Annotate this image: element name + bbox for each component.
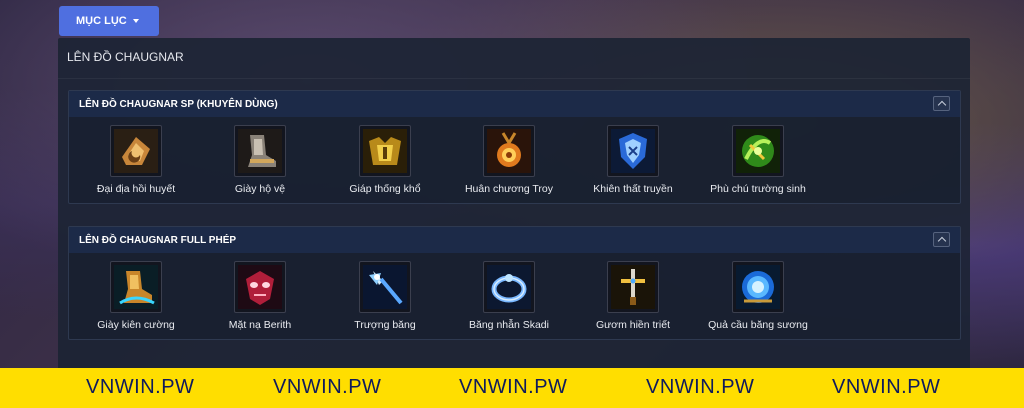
resilient-boots-icon [110,261,162,313]
earth-heal-icon [110,125,162,177]
collapse-button[interactable] [933,96,950,111]
item-label: Giày kiên cường [97,319,175,331]
watermark-banner: VNWIN.PW VNWIN.PW VNWIN.PW VNWIN.PW VNWI… [0,368,1024,408]
section-header: LÊN ĐỒ CHAUGNAR FULL PHÉP [69,227,960,253]
item-agony-armor[interactable]: Giáp thống khổ [320,125,450,195]
item-resilient-boots[interactable]: Giày kiên cường [71,261,201,331]
section-title: LÊN ĐỒ CHAUGNAR SP (KHUYÊN DÙNG) [79,98,278,110]
item-ice-staff[interactable]: Trượng băng [320,261,450,331]
item-berith-mask[interactable]: Mặt nạ Berith [195,261,325,331]
banner-text: VNWIN.PW [832,376,941,398]
menu-label: MỤC LỤC [76,15,127,27]
item-label: Giáp thống khổ [349,183,421,195]
item-skadi-ring[interactable]: Băng nhẫn Skadi [444,261,574,331]
sage-sword-icon [607,261,659,313]
skadi-ring-icon [483,261,535,313]
menu-button[interactable]: MỤC LỤC [59,6,159,36]
chevron-up-icon [937,236,946,246]
item-lost-shield[interactable]: Khiên thất truyền [568,125,698,195]
section-header: LÊN ĐỒ CHAUGNAR SP (KHUYÊN DÙNG) [69,91,960,117]
chevron-up-icon [937,100,946,110]
collapse-button[interactable] [933,232,950,247]
item-longevity-talisman[interactable]: Phù chú trường sinh [693,125,823,195]
item-label: Đại địa hồi huyết [96,183,176,195]
section-title: LÊN ĐỒ CHAUGNAR FULL PHÉP [79,234,237,246]
section-sp-build: LÊN ĐỒ CHAUGNAR SP (KHUYÊN DÙNG) Đại địa… [68,90,961,204]
item-label: Phù chú trường sinh [710,183,806,195]
item-troy-medal[interactable]: Huân chương Troy [444,125,574,195]
item-earth-heal[interactable]: Đại địa hồi huyết [71,125,201,195]
item-label: Mặt nạ Berith [228,319,292,331]
banner-text: VNWIN.PW [459,376,568,398]
banner-text: VNWIN.PW [86,376,195,398]
item-label: Huân chương Troy [464,183,554,195]
troy-medal-icon [483,125,535,177]
item-label: Trượng băng [354,319,416,331]
item-label: Khiên thất truyền [593,183,673,195]
section-full-magic-build: LÊN ĐỒ CHAUGNAR FULL PHÉP Giày kiên cườn… [68,226,961,340]
item-label: Giày hộ vệ [234,183,286,195]
caret-down-icon [132,19,139,23]
panel-title: LÊN ĐỒ CHAUGNAR [67,50,184,64]
lost-shield-icon [607,125,659,177]
berith-mask-icon [234,261,286,313]
item-label: Gươm hiền triết [595,319,671,331]
guardian-boots-icon [234,125,286,177]
item-label: Quả cầu băng sương [708,319,808,331]
ice-staff-icon [359,261,411,313]
item-frost-orb[interactable]: Quả cầu băng sương [693,261,823,331]
banner-text: VNWIN.PW [646,376,755,398]
item-guardian-boots[interactable]: Giày hộ vệ [195,125,325,195]
longevity-talisman-icon [732,125,784,177]
banner-text: VNWIN.PW [273,376,382,398]
divider [58,78,970,79]
item-label: Băng nhẫn Skadi [469,319,549,331]
build-panel: LÊN ĐỒ CHAUGNAR LÊN ĐỒ CHAUGNAR SP (KHUY… [58,38,970,370]
agony-armor-icon [359,125,411,177]
item-sage-sword[interactable]: Gươm hiền triết [568,261,698,331]
frost-orb-icon [732,261,784,313]
